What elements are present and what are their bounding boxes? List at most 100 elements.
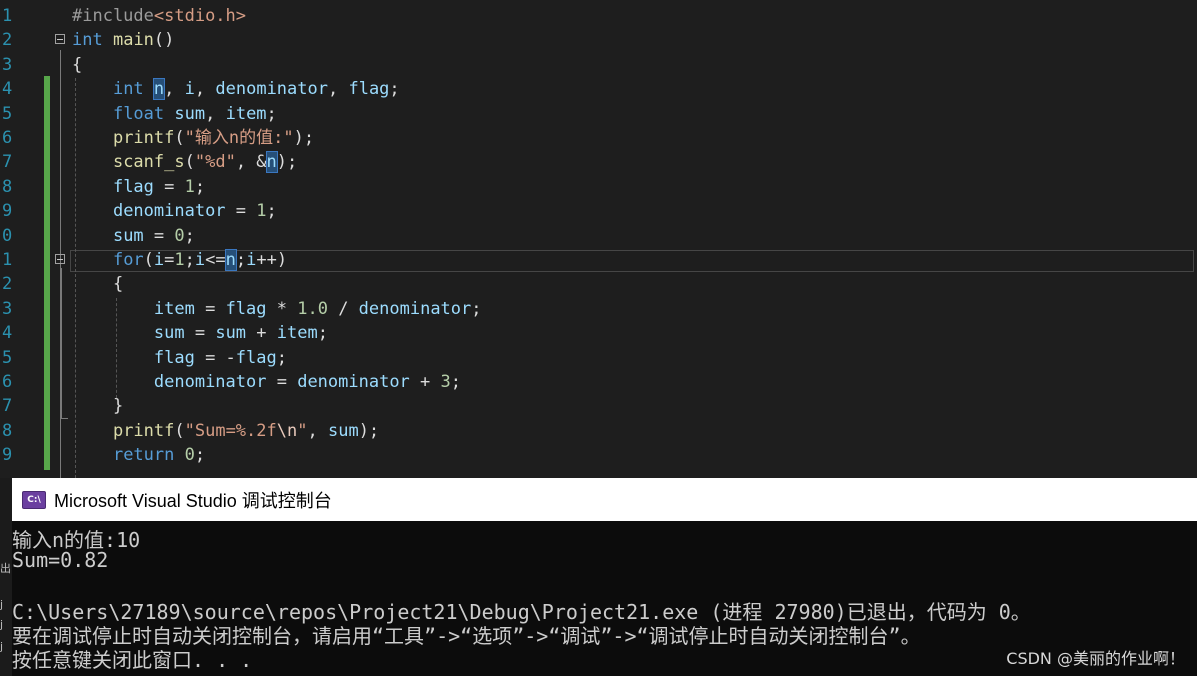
code-text: int main() [72, 30, 175, 51]
code-token: sum [112, 225, 144, 246]
line-number: 0 [2, 225, 13, 246]
code-text: denominator = 1; [112, 201, 277, 222]
code-token: item [225, 103, 267, 124]
background-window-strip: 出 j j j [0, 478, 12, 676]
line-number: 7 [2, 396, 13, 417]
line-number: 1 [2, 6, 13, 26]
code-token: printf [112, 420, 175, 441]
code-token: 0 [184, 445, 195, 466]
code-text: return 0; [112, 445, 206, 466]
code-line[interactable]: 1 #include<stdio.h> [0, 4, 1197, 28]
code-text: flag = -flag; [153, 347, 287, 368]
code-token: 1 [256, 201, 267, 222]
code-token: denominator [358, 298, 472, 319]
code-token: main [112, 30, 154, 51]
code-token: n [265, 151, 278, 174]
code-text: { [72, 274, 124, 295]
code-token: return [112, 445, 175, 466]
code-token: printf [112, 128, 175, 148]
code-text: scanf_s("%d", &n); [112, 151, 298, 174]
line-number: 5 [2, 103, 13, 124]
code-text: sum = sum + item; [153, 323, 328, 344]
code-token: denominator [215, 79, 328, 100]
console-line: Sum=0.82 [12, 548, 109, 572]
code-line[interactable]: 7 scanf_s("%d", &n); [0, 150, 1197, 174]
code-token: flag [153, 347, 195, 368]
code-line[interactable]: 4 sum = sum + item; [0, 321, 1197, 345]
code-token: flag [235, 347, 277, 368]
code-token: n [224, 249, 237, 271]
strip-char: j [0, 618, 4, 631]
line-number: 2 [2, 30, 13, 51]
line-number: 9 [2, 201, 13, 222]
console-title-bar[interactable]: C:\ Microsoft Visual Studio 调试控制台 [12, 478, 1197, 521]
code-token: "输入n的值:" [184, 128, 294, 148]
line-number: 6 [2, 372, 13, 392]
code-line[interactable]: 2 { [0, 272, 1197, 296]
collapse-icon[interactable] [55, 254, 65, 264]
code-line[interactable]: 3{ [0, 53, 1197, 77]
code-token: sum [215, 323, 247, 344]
code-line[interactable]: 3 item = flag * 1.0 / denominator; [0, 297, 1197, 321]
code-token: flag [112, 176, 154, 197]
code-token: sum [174, 103, 206, 124]
line-number: 7 [2, 152, 13, 173]
code-line[interactable]: 9 denominator = 1; [0, 199, 1197, 223]
code-token: 1 [184, 176, 195, 197]
code-token: i [184, 79, 195, 100]
code-token: float [112, 103, 165, 124]
console-app-icon: C:\ [22, 490, 46, 509]
csdn-watermark: CSDN @美丽的作业啊！ [1006, 649, 1185, 668]
line-number: 8 [2, 176, 13, 197]
console-line: 按任意键关闭此窗口. . . [12, 648, 253, 672]
line-number: 2 [2, 274, 13, 295]
code-line[interactable]: 2 int main() [0, 28, 1197, 52]
code-token: i [194, 250, 206, 270]
code-token: i [153, 250, 165, 270]
code-token: for [112, 250, 144, 270]
code-token: <stdio.h> [153, 6, 247, 26]
code-token: 1 [174, 250, 185, 270]
code-token: 3 [440, 372, 451, 392]
code-line[interactable]: 1 for(i=1;i<=n;i++) [0, 248, 1197, 272]
code-token: sum [327, 420, 359, 441]
code-line[interactable]: 6 printf("输入n的值:"); [0, 126, 1197, 150]
code-text: } [72, 396, 124, 417]
code-line[interactable]: 8 flag = 1; [0, 175, 1197, 199]
code-editor[interactable]: 1 #include<stdio.h> 2 int main() 3{4 int n, … [0, 0, 1197, 478]
code-token: item [276, 323, 318, 344]
code-text: int n, i, denominator, flag; [112, 78, 400, 101]
line-number: 6 [2, 128, 13, 148]
code-token: "%d" [194, 152, 236, 173]
code-token: item [153, 298, 195, 319]
code-text: flag = 1; [112, 176, 206, 197]
code-line[interactable]: 4 int n, i, denominator, flag; [0, 77, 1197, 101]
code-token: flag [225, 298, 267, 319]
code-line[interactable]: 5 flag = -flag; [0, 346, 1197, 370]
line-number: 1 [2, 250, 13, 270]
code-text: printf("输入n的值:"); [112, 128, 315, 148]
code-line[interactable]: 5 float sum, item; [0, 102, 1197, 126]
code-token: denominator [112, 201, 226, 222]
code-token: denominator [153, 372, 267, 392]
code-text: float sum, item; [112, 103, 277, 124]
code-text: item = flag * 1.0 / denominator; [153, 298, 482, 319]
code-token: 0 [174, 225, 185, 246]
code-token: n [152, 78, 166, 101]
code-line[interactable]: 0 sum = 0; [0, 224, 1197, 248]
code-line[interactable]: 7 } [0, 394, 1197, 418]
code-line[interactable]: 8 printf("Sum=%.2f\n", sum); [0, 419, 1197, 443]
collapse-icon[interactable] [55, 34, 65, 45]
code-token: flag [348, 79, 390, 100]
console-title: Microsoft Visual Studio 调试控制台 [54, 490, 332, 511]
code-line[interactable]: 9 return 0; [0, 443, 1197, 467]
code-token: #include [72, 6, 154, 26]
code-text: denominator = denominator + 3; [153, 372, 462, 392]
code-text: { [72, 54, 83, 75]
code-token: 1.0 [297, 298, 328, 319]
code-token: scanf_s [112, 152, 185, 173]
line-number: 8 [2, 420, 13, 441]
line-number: 3 [2, 298, 13, 319]
code-line[interactable]: 6 denominator = denominator + 3; [0, 370, 1197, 394]
code-token: "Sum=%.2f\n" [184, 420, 308, 441]
